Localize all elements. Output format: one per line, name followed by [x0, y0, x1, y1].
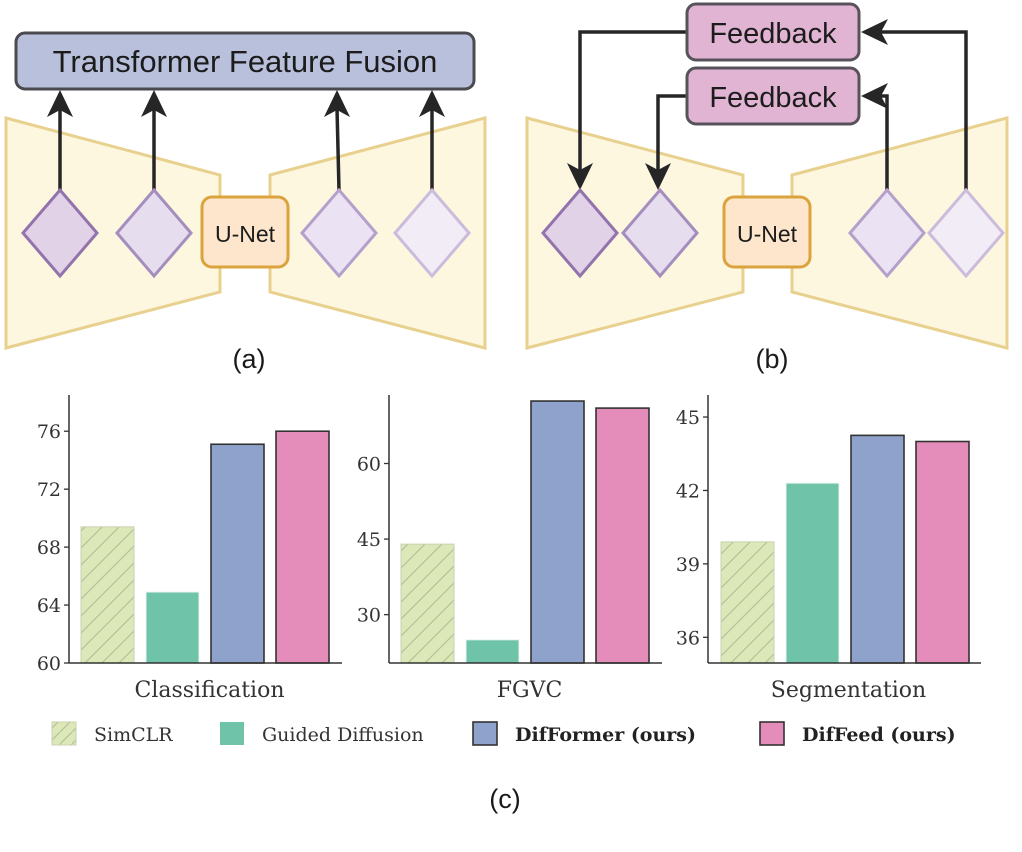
unet-label: U-Net [215, 221, 276, 247]
panel-a: Transformer Feature Fusion U-Net (a) [4, 31, 487, 374]
y-tick-label: 72 [37, 479, 61, 501]
legend-item: DifFormer (ours) [472, 721, 696, 746]
y-tick-label: 60 [357, 454, 381, 476]
x-axis-label: Classification [134, 678, 284, 703]
unet-label: U-Net [737, 221, 798, 247]
figure: Transformer Feature Fusion U-Net (a) Fee… [4, 2, 1009, 814]
bar-guided-diffusion [785, 482, 840, 664]
chart-legend: SimCLR Guided Diffusion DifFormer (ours) Di… [51, 721, 956, 746]
legend-label: SimCLR [94, 724, 173, 746]
y-tick-label: 36 [676, 627, 700, 649]
legend-swatch [759, 721, 785, 746]
bar-simclr [80, 526, 135, 664]
x-axis-label: FGVC [497, 678, 563, 703]
legend-item: Guided Diffusion [220, 722, 424, 746]
arrow-line [335, 107, 341, 191]
bar-simclr [400, 543, 455, 664]
legend-label: DifFeed (ours) [802, 724, 956, 746]
bar-guided-diffusion [465, 639, 520, 664]
panel-b-caption: (b) [756, 344, 789, 374]
feedback-label-bottom: Feedback [709, 82, 837, 114]
y-tick-label: 42 [676, 480, 700, 502]
subplot-classification: 60 64 68 72 76 Classification [37, 395, 342, 703]
feedback-label-top: Feedback [709, 18, 837, 50]
subplot-fgvc: 30 45 60 FGVC [357, 395, 662, 703]
panel-a-caption: (a) [233, 344, 266, 374]
bar-difformer-ours [210, 443, 265, 664]
legend-swatch [220, 722, 244, 745]
y-tick-label: 45 [357, 529, 381, 551]
subplot-segmentation: 36 39 42 45 Segmentation [676, 395, 981, 703]
x-axis-label: Segmentation [771, 678, 926, 703]
bar-guided-diffusion [145, 591, 200, 664]
y-tick-label: 68 [37, 537, 61, 559]
legend-item: SimCLR [51, 721, 173, 746]
panel-c-charts: 60 64 68 72 76 Classification 30 45 60 FGVC 36 39 42… [37, 395, 981, 703]
legend-item: DifFeed (ours) [759, 721, 956, 746]
legend-swatch [51, 721, 77, 746]
bar-diffeed-ours [595, 407, 650, 664]
y-tick-label: 39 [676, 554, 700, 576]
y-tick-label: 60 [37, 653, 61, 675]
transformer-feature-fusion-label: Transformer Feature Fusion [53, 44, 438, 79]
bar-diffeed-ours [275, 430, 330, 664]
bar-difformer-ours [850, 434, 905, 664]
legend-label: Guided Diffusion [262, 724, 424, 746]
bar-simclr [720, 541, 775, 664]
y-tick-label: 76 [37, 421, 61, 443]
y-tick-label: 64 [37, 595, 61, 617]
panel-c-caption: (c) [489, 784, 520, 814]
y-tick-label: 30 [357, 605, 381, 627]
legend-label: DifFormer (ours) [515, 724, 696, 746]
y-tick-label: 45 [676, 407, 700, 429]
legend-swatch [472, 721, 498, 746]
panel-b: Feedback Feedback U-Net (b) [525, 2, 1009, 374]
bar-difformer-ours [530, 400, 585, 664]
bar-diffeed-ours [915, 440, 970, 664]
